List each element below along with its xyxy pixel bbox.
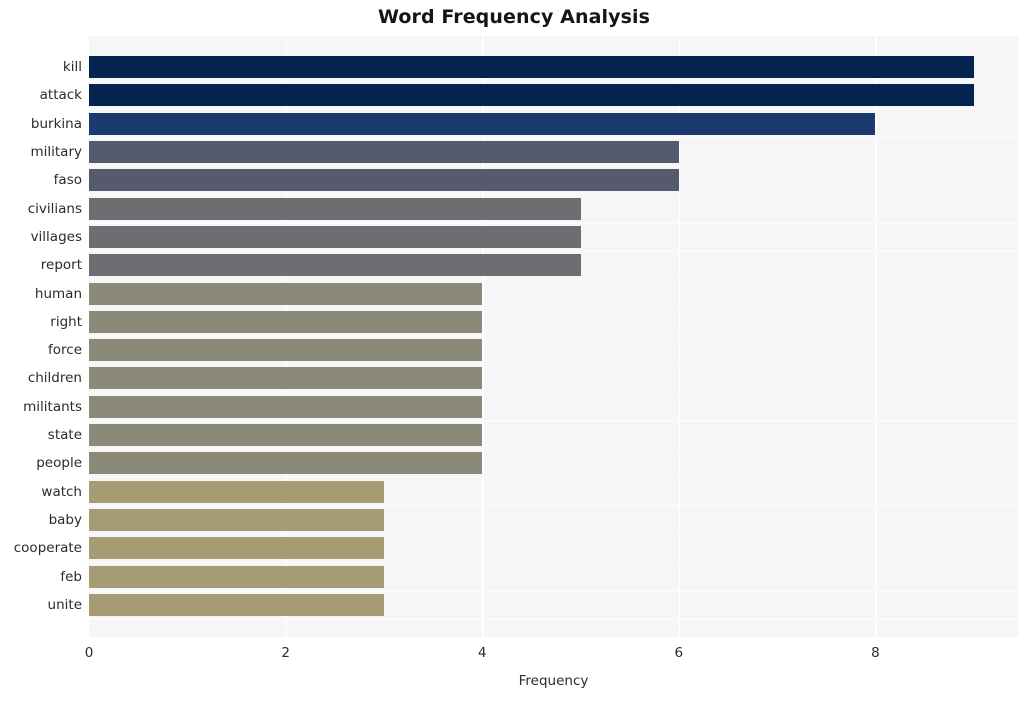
bar-report xyxy=(89,254,581,277)
y-tick-label-feb: feb xyxy=(60,568,82,585)
y-tick-label-people: people xyxy=(36,455,82,472)
horizontal-gridline xyxy=(89,335,1018,337)
bar-kill xyxy=(89,56,974,79)
y-tick-label-burkina: burkina xyxy=(30,115,82,132)
bar-attack xyxy=(89,84,974,107)
horizontal-gridline xyxy=(89,137,1018,139)
bar-children xyxy=(89,367,483,390)
y-tick-label-children: children xyxy=(27,370,82,387)
x-tick-label-4: 4 xyxy=(477,645,487,661)
horizontal-gridline xyxy=(89,590,1018,592)
horizontal-gridline xyxy=(89,80,1018,82)
y-tick-label-state: state xyxy=(47,427,82,444)
horizontal-gridline xyxy=(89,108,1018,111)
x-tick-label-0: 0 xyxy=(84,645,94,661)
horizontal-gridline xyxy=(89,250,1018,252)
y-tick-label-right: right xyxy=(50,313,82,330)
bar-civilians xyxy=(89,197,581,220)
bar-feb xyxy=(89,565,384,588)
horizontal-gridline xyxy=(89,165,1018,167)
y-tick-label-baby: baby xyxy=(48,512,82,529)
y-tick-label-civilians: civilians xyxy=(27,200,82,217)
bar-people xyxy=(89,452,483,475)
y-tick-label-report: report xyxy=(40,257,82,274)
bar-right xyxy=(89,310,483,333)
bar-baby xyxy=(89,509,384,532)
bar-cooperate xyxy=(89,537,384,560)
bar-unite xyxy=(89,593,384,616)
word-frequency-bar-chart: Word Frequency Analysis kill attack burkin… xyxy=(0,0,1028,701)
y-tick-label-kill: kill xyxy=(62,59,82,76)
plot-area xyxy=(89,36,1018,637)
horizontal-gridline xyxy=(89,391,1018,394)
y-tick-label-villages: villages xyxy=(30,228,82,245)
horizontal-gridline xyxy=(89,193,1018,196)
horizontal-gridline xyxy=(89,476,1018,479)
horizontal-gridline xyxy=(89,307,1018,309)
y-tick-label-force: force xyxy=(48,342,82,359)
y-tick-label-unite: unite xyxy=(47,596,82,613)
horizontal-gridline xyxy=(89,420,1018,422)
x-tick-label-8: 8 xyxy=(871,645,880,661)
bar-villages xyxy=(89,225,581,248)
y-axis-labels: kill attack burkina military faso civilians vi… xyxy=(0,36,82,637)
bar-militants xyxy=(89,395,483,418)
y-tick-label-attack: attack xyxy=(39,87,82,104)
horizontal-gridline xyxy=(89,618,1018,620)
bar-faso xyxy=(89,169,679,192)
y-tick-label-watch: watch xyxy=(41,483,82,500)
x-tick-label-2: 2 xyxy=(281,645,290,661)
x-tick-label-6: 6 xyxy=(674,645,684,661)
bar-human xyxy=(89,282,483,305)
y-tick-label-human: human xyxy=(34,285,82,302)
horizontal-gridline xyxy=(89,222,1018,224)
y-tick-label-faso: faso xyxy=(53,172,82,189)
bar-burkina xyxy=(89,112,876,135)
horizontal-gridline xyxy=(89,561,1018,564)
chart-title: Word Frequency Analysis xyxy=(377,6,651,28)
horizontal-gridline xyxy=(89,448,1018,450)
horizontal-gridline xyxy=(89,533,1018,535)
horizontal-gridline xyxy=(89,278,1018,281)
bar-watch xyxy=(89,480,384,503)
x-axis-title: Frequency xyxy=(518,673,589,689)
bar-state xyxy=(89,424,483,447)
x-axis-ticks: 0 2 4 6 8 xyxy=(85,637,1018,667)
bar-force xyxy=(89,339,483,362)
y-tick-label-militants: militants xyxy=(23,398,82,415)
y-tick-label-cooperate: cooperate xyxy=(13,540,82,557)
bar-military xyxy=(89,141,679,164)
y-tick-label-military: military xyxy=(30,144,82,161)
horizontal-gridline xyxy=(89,363,1018,366)
horizontal-gridline xyxy=(89,505,1018,507)
